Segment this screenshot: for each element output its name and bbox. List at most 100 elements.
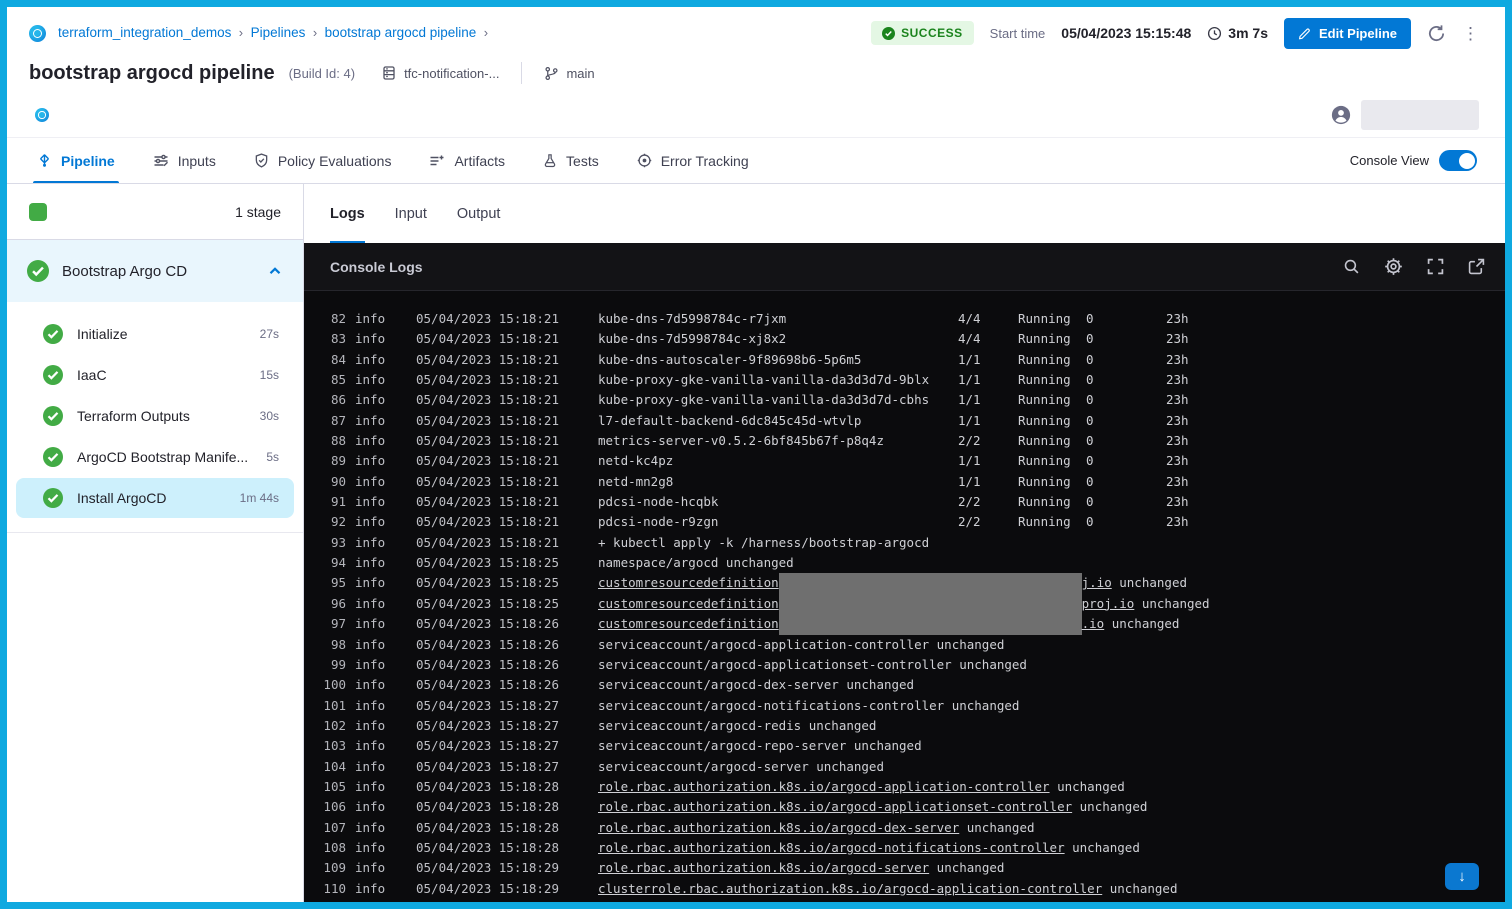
chevron-up-icon[interactable] [267, 263, 283, 279]
console-view-toggle[interactable] [1439, 150, 1477, 171]
repo-icon [381, 65, 397, 81]
pencil-icon [1298, 27, 1311, 40]
log-line: 89info05/04/2023 15:18:21netd-kc4pz1/1Ru… [320, 451, 1505, 471]
log-line-number: 83 [320, 329, 346, 349]
log-link[interactable]: customresourcedefinition [598, 596, 779, 611]
pod-restarts: 0 [1086, 350, 1166, 370]
pod-status: Running [1018, 329, 1086, 349]
scroll-to-bottom-button[interactable]: ↓ [1445, 863, 1479, 890]
log-message: kube-proxy-gke-vanilla-vanilla-da3d3d7d-… [598, 372, 1189, 387]
step-duration: 15s [260, 368, 279, 382]
log-link[interactable]: role.rbac.authorization.k8s.io/argocd-ap… [598, 779, 1050, 794]
tab-logs[interactable]: Logs [330, 184, 365, 243]
step-row-install-argocd[interactable]: Install ArgoCD1m 44s [16, 478, 294, 518]
log-message: role.rbac.authorization.k8s.io/argocd-ap… [598, 779, 1125, 794]
console-log-lines: 82info05/04/2023 15:18:21kube-dns-7d5998… [304, 291, 1505, 902]
log-line-number: 98 [320, 635, 346, 655]
log-link[interactable]: role.rbac.authorization.k8s.io/argocd-se… [598, 860, 929, 875]
log-message: customresourcedefinitionj.io unchanged [598, 575, 1187, 590]
log-line: 110info05/04/2023 15:18:29clusterrole.rb… [320, 879, 1505, 899]
tab-input[interactable]: Input [395, 184, 427, 243]
log-open-new-window-button[interactable] [1462, 252, 1491, 281]
log-line-number: 104 [320, 757, 346, 777]
log-fullscreen-button[interactable] [1421, 252, 1450, 281]
log-link[interactable]: role.rbac.authorization.k8s.io/argocd-no… [598, 840, 1065, 855]
log-line-number: 93 [320, 533, 346, 553]
log-link[interactable]: customresourcedefinition [598, 575, 779, 590]
repo-chip[interactable]: tfc-notification-... [381, 65, 499, 81]
down-arrow-icon: ↓ [1458, 868, 1466, 885]
log-line-number: 106 [320, 797, 346, 817]
log-line-number: 88 [320, 431, 346, 451]
log-search-button[interactable] [1337, 252, 1366, 281]
more-options-button[interactable]: ⋮ [1462, 25, 1479, 42]
log-link[interactable]: .io [1082, 616, 1105, 631]
step-row-terraform-outputs[interactable]: Terraform Outputs30s [16, 396, 294, 436]
pod-ready: 4/4 [958, 329, 1018, 349]
pod-age: 23h [1166, 433, 1189, 448]
pod-ready: 2/2 [958, 431, 1018, 451]
log-link[interactable]: role.rbac.authorization.k8s.io/argocd-ap… [598, 799, 1072, 814]
edit-pipeline-button[interactable]: Edit Pipeline [1284, 18, 1411, 49]
pod-name: kube-dns-7d5998784c-xj8x2 [598, 329, 958, 349]
log-timestamp: 05/04/2023 15:18:21 [416, 329, 568, 349]
pod-status: Running [1018, 512, 1086, 532]
log-settings-button[interactable] [1378, 251, 1409, 282]
tab-pipeline[interactable]: Pipeline [37, 138, 115, 183]
log-line-number: 102 [320, 716, 346, 736]
log-link[interactable]: clusterrole.rbac.authorization.k8s.io/ar… [598, 881, 1102, 896]
log-message: role.rbac.authorization.k8s.io/argocd-de… [598, 820, 1035, 835]
stage-row-bootstrap-argo-cd[interactable]: Bootstrap Argo CD [7, 240, 303, 302]
step-duration: 27s [260, 327, 279, 341]
build-id: (Build Id: 4) [289, 66, 355, 81]
log-line: 85info05/04/2023 15:18:21kube-proxy-gke-… [320, 370, 1505, 390]
tab-policy-evaluations[interactable]: Policy Evaluations [254, 138, 392, 183]
page-title: bootstrap argocd pipeline [29, 62, 275, 85]
step-row-initialize[interactable]: Initialize27s [16, 314, 294, 354]
pod-age: 23h [1166, 331, 1189, 346]
log-level: info [355, 858, 397, 878]
pod-restarts: 0 [1086, 329, 1166, 349]
log-line-number: 110 [320, 879, 346, 899]
log-line-number: 89 [320, 451, 346, 471]
tab-output[interactable]: Output [457, 184, 501, 243]
breadcrumb-project-link[interactable]: terraform_integration_demos [58, 25, 231, 40]
refresh-button[interactable] [1427, 24, 1446, 43]
log-timestamp: 05/04/2023 15:18:21 [416, 350, 568, 370]
tab-inputs[interactable]: Inputs [153, 138, 216, 183]
log-timestamp: 05/04/2023 15:18:28 [416, 777, 568, 797]
log-line: 88info05/04/2023 15:18:21metrics-server-… [320, 431, 1505, 451]
redacted-username [1361, 100, 1479, 130]
tab-tests[interactable]: Tests [543, 138, 599, 183]
user-chip[interactable] [1331, 100, 1479, 130]
log-message: kube-dns-autoscaler-9f89698b6-5p6m51/1Ru… [598, 352, 1189, 367]
pod-status: Running [1018, 472, 1086, 492]
log-panel: Logs Input Output Console Logs [304, 184, 1505, 902]
log-line-number: 90 [320, 472, 346, 492]
log-timestamp: 05/04/2023 15:18:21 [416, 492, 568, 512]
log-message: role.rbac.authorization.k8s.io/argocd-no… [598, 840, 1140, 855]
redacted-log-text [779, 573, 1082, 593]
log-link[interactable]: customresourcedefinition [598, 616, 779, 631]
log-message: serviceaccount/argocd-dex-server unchang… [598, 677, 914, 692]
step-row-argocd-bootstrap-manife[interactable]: ArgoCD Bootstrap Manife...5s [16, 437, 294, 477]
tab-error-tracking[interactable]: Error Tracking [637, 138, 749, 183]
log-line-number: 96 [320, 594, 346, 614]
log-message: serviceaccount/argocd-repo-server unchan… [598, 738, 922, 753]
breadcrumb-pipelines-link[interactable]: Pipelines [251, 25, 306, 40]
log-link[interactable]: role.rbac.authorization.k8s.io/argocd-de… [598, 820, 959, 835]
log-link[interactable]: j.io [1082, 575, 1112, 590]
log-message: kube-proxy-gke-vanilla-vanilla-da3d3d7d-… [598, 392, 1189, 407]
module-icon [35, 108, 49, 122]
log-link[interactable]: proj.io [1082, 596, 1135, 611]
tab-artifacts[interactable]: Artifacts [429, 138, 505, 183]
step-row-iaac[interactable]: IaaC15s [16, 355, 294, 395]
console: Console Logs [304, 243, 1505, 902]
step-duration: 30s [260, 409, 279, 423]
log-timestamp: 05/04/2023 15:18:21 [416, 370, 568, 390]
log-line: 109info05/04/2023 15:18:29role.rbac.auth… [320, 858, 1505, 878]
breadcrumb-pipeline-link[interactable]: bootstrap argocd pipeline [325, 25, 477, 40]
pod-ready: 1/1 [958, 451, 1018, 471]
branch-chip[interactable]: main [544, 66, 594, 81]
pod-restarts: 0 [1086, 431, 1166, 451]
